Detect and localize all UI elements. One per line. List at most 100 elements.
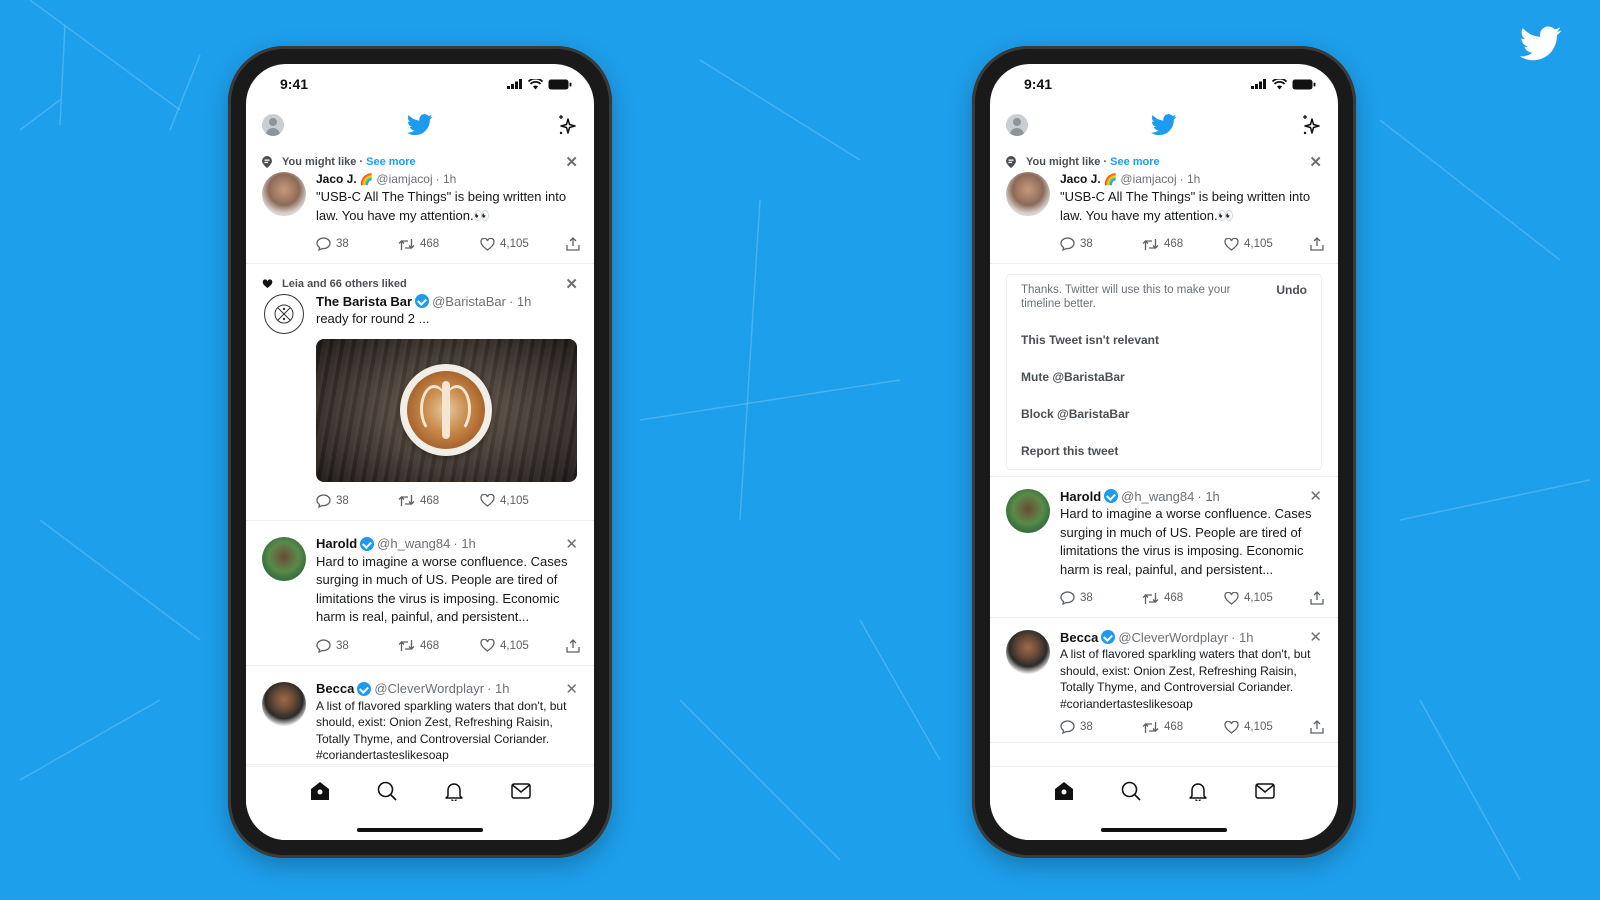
reply-button[interactable]: 38 <box>316 493 398 508</box>
author-handle[interactable]: @h_wang84 <box>377 536 450 551</box>
messages-icon[interactable] <box>1253 779 1277 803</box>
retweet-button[interactable]: 468 <box>398 238 480 251</box>
retweet-icon <box>398 238 415 250</box>
timeline-feed[interactable]: You might like · See more ✕ Jaco J. 🌈 @i… <box>990 146 1338 766</box>
author-handle[interactable]: @CleverWordplayr <box>374 681 484 696</box>
see-more-link[interactable]: See more <box>1110 156 1160 168</box>
close-icon[interactable]: ✕ <box>565 680 578 698</box>
retweet-button[interactable]: 468 <box>1142 721 1224 734</box>
reply-icon <box>316 237 331 251</box>
home-icon[interactable] <box>1052 779 1076 803</box>
close-icon[interactable]: ✕ <box>1309 628 1322 646</box>
tweet-actions: 38 468 4,105 <box>1060 712 1324 742</box>
share-button[interactable] <box>566 638 580 653</box>
not-relevant-option[interactable]: This Tweet isn't relevant <box>1021 311 1307 348</box>
avatar[interactable] <box>262 681 306 726</box>
author-handle[interactable]: @CleverWordplayr <box>1118 630 1228 645</box>
tweet[interactable]: ✕ Harold @h_wang84 · 1h Hard to imagine … <box>990 476 1338 618</box>
reply-button[interactable]: 38 <box>1060 591 1142 605</box>
verified-badge-icon <box>360 536 375 551</box>
share-button[interactable] <box>1310 591 1324 605</box>
profile-avatar-icon[interactable] <box>1006 114 1028 136</box>
author-handle[interactable]: @iamjacoj <box>1120 172 1176 186</box>
reply-icon <box>1060 591 1075 605</box>
latte-art-photo[interactable] <box>316 338 577 482</box>
tweet[interactable]: The Barista Bar @BaristaBar · 1h ready f… <box>246 292 594 521</box>
mute-option[interactable]: Mute @BaristaBar <box>1021 348 1307 385</box>
like-count: 4,105 <box>1244 592 1273 604</box>
block-option[interactable]: Block @BaristaBar <box>1021 385 1307 422</box>
like-button[interactable]: 4,105 <box>480 237 562 251</box>
tweet[interactable]: ✕ Harold @h_wang84 · 1h Hard to imagine … <box>246 521 594 666</box>
see-more-link[interactable]: See more <box>366 156 416 168</box>
close-icon[interactable]: ✕ <box>565 277 578 292</box>
battery-icon <box>548 79 572 89</box>
close-icon[interactable]: ✕ <box>1309 487 1322 505</box>
like-button[interactable]: 4,105 <box>1224 591 1306 605</box>
like-button[interactable]: 4,105 <box>1224 720 1306 734</box>
author-name[interactable]: Becca <box>316 681 354 696</box>
avatar[interactable] <box>264 294 304 334</box>
author-name[interactable]: Harold <box>316 536 357 551</box>
search-icon[interactable] <box>1119 779 1143 803</box>
avatar[interactable] <box>1006 172 1050 216</box>
suggestion-label: You might like <box>1026 156 1101 168</box>
timeline-feed[interactable]: You might like · See more ✕ Jaco J. 🌈 @i… <box>246 146 594 766</box>
sparkle-icon[interactable] <box>556 114 578 136</box>
tweet-text: "USB-C All The Things" is being written … <box>316 189 567 223</box>
avatar[interactable] <box>262 172 306 216</box>
close-icon[interactable]: ✕ <box>565 155 578 170</box>
retweet-count: 468 <box>420 238 440 250</box>
avatar[interactable] <box>1006 630 1050 674</box>
like-count: 4,105 <box>1244 238 1273 250</box>
retweet-button[interactable]: 468 <box>1142 238 1224 251</box>
home-indicator[interactable] <box>1101 828 1227 832</box>
reply-button[interactable]: 38 <box>316 638 398 653</box>
author-name[interactable]: Jaco J. <box>1060 172 1101 186</box>
tweet[interactable]: Jaco J. 🌈 @iamjacoj · 1h "USB-C All The … <box>246 170 594 264</box>
avatar[interactable] <box>1006 489 1050 533</box>
tweet-text: A list of flavored sparkling waters that… <box>1060 647 1311 711</box>
author-name[interactable]: Harold <box>1060 489 1101 504</box>
report-option[interactable]: Report this tweet <box>1021 422 1307 459</box>
like-button[interactable]: 4,105 <box>480 494 562 507</box>
notifications-icon[interactable] <box>1186 779 1210 803</box>
search-icon[interactable] <box>375 779 399 803</box>
separator: · <box>356 156 367 168</box>
retweet-icon <box>398 640 415 651</box>
author-handle[interactable]: @BaristaBar <box>432 294 506 309</box>
retweet-button[interactable]: 468 <box>398 494 480 507</box>
retweet-button[interactable]: 468 <box>398 639 480 652</box>
home-icon[interactable] <box>308 779 332 803</box>
reply-button[interactable]: 38 <box>1060 237 1142 251</box>
author-handle[interactable]: @h_wang84 <box>1121 489 1194 504</box>
like-button[interactable]: 4,105 <box>1224 237 1306 251</box>
reply-button[interactable]: 38 <box>1060 720 1142 734</box>
share-icon <box>566 237 580 251</box>
close-icon[interactable]: ✕ <box>565 535 578 553</box>
reply-button[interactable]: 38 <box>316 237 398 251</box>
like-button[interactable]: 4,105 <box>480 639 562 652</box>
rainbow-emoji: 🌈 <box>359 173 374 186</box>
tweet[interactable]: ✕ Becca @CleverWordplayr · 1h A list of … <box>990 618 1338 743</box>
close-icon[interactable]: ✕ <box>1309 155 1322 170</box>
share-button[interactable] <box>566 237 580 251</box>
author-handle[interactable]: @iamjacoj <box>376 172 432 186</box>
author-name[interactable]: The Barista Bar <box>316 294 412 309</box>
profile-avatar-icon[interactable] <box>262 114 284 136</box>
share-button[interactable] <box>1310 720 1324 734</box>
retweet-button[interactable]: 468 <box>1142 592 1224 605</box>
notifications-icon[interactable] <box>442 779 466 803</box>
heart-icon <box>480 494 495 507</box>
battery-icon <box>1292 79 1316 89</box>
messages-icon[interactable] <box>509 779 533 803</box>
avatar[interactable] <box>262 536 306 581</box>
tweet[interactable]: ✕ Becca @CleverWordplayr · 1h A list of … <box>246 666 594 765</box>
author-name[interactable]: Becca <box>1060 630 1098 645</box>
home-indicator[interactable] <box>357 828 483 832</box>
sparkle-icon[interactable] <box>1300 114 1322 136</box>
author-name[interactable]: Jaco J. <box>316 172 357 186</box>
tweet[interactable]: Jaco J. 🌈 @iamjacoj · 1h "USB-C All The … <box>990 170 1338 264</box>
undo-button[interactable]: Undo <box>1276 283 1307 311</box>
share-button[interactable] <box>1310 237 1324 251</box>
